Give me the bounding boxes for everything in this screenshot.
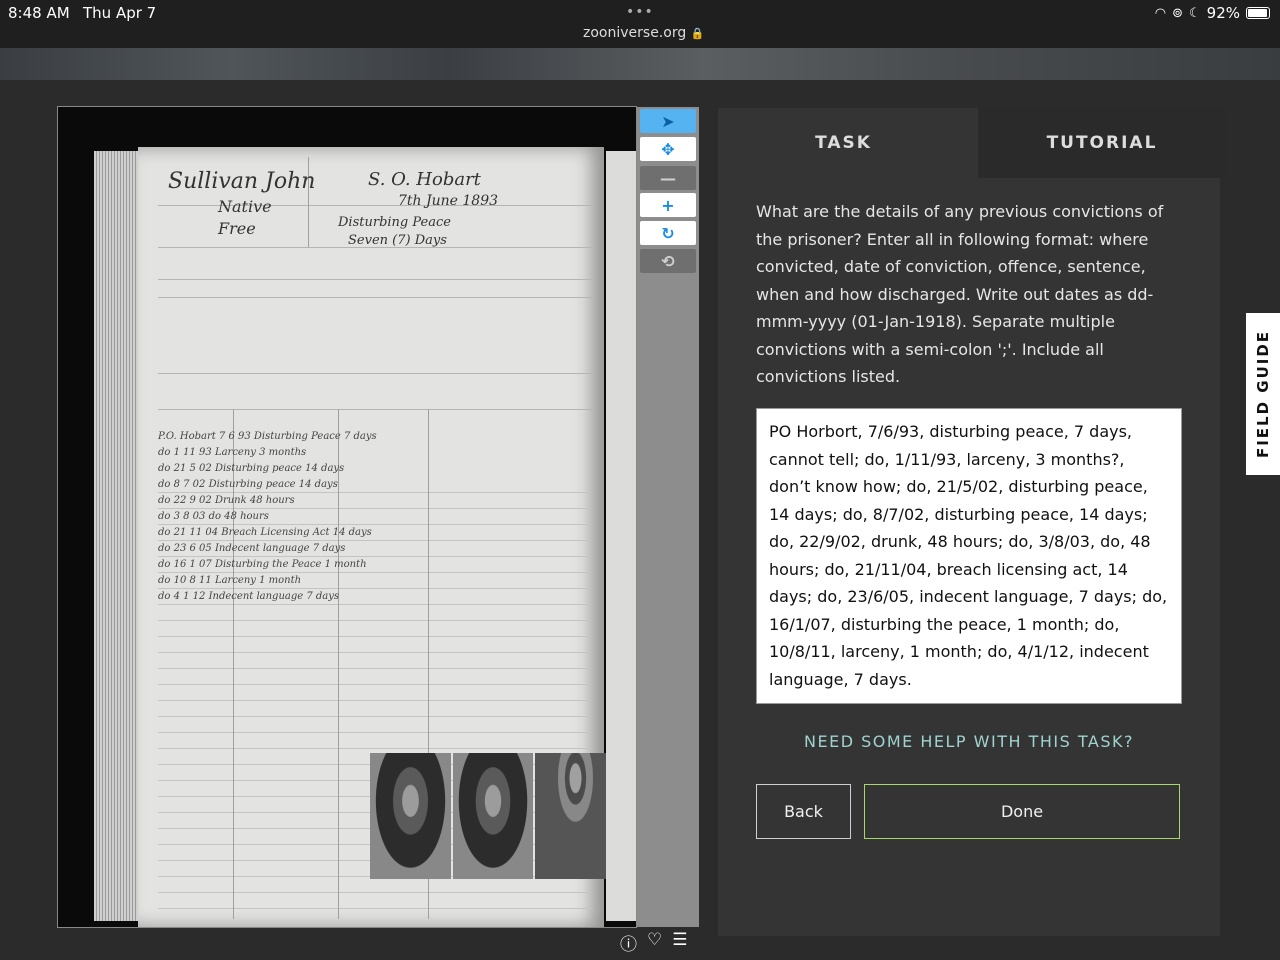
sentence-handwriting: Seven (7) Days [348, 233, 447, 248]
orientation-lock-icon: ⊚ [1172, 5, 1183, 21]
back-button[interactable]: Back [756, 784, 851, 839]
conviction-row: do 21 11 04 Breach Licensing Act 14 days [158, 527, 372, 538]
field-guide-tab[interactable]: FIELD GUIDE [1246, 313, 1280, 475]
task-help-link[interactable]: NEED SOME HELP WITH THIS TASK? [756, 732, 1182, 751]
status-indicators: ◠ ⊚ ☾ 92% [1155, 4, 1270, 22]
battery-icon [1246, 7, 1270, 19]
task-panel: TASK TUTORIAL What are the details of an… [718, 108, 1226, 936]
status-date: Thu Apr 7 [83, 4, 157, 22]
ship-handwriting: S. O. Hobart [368, 169, 481, 190]
reset-icon: ⟲ [661, 251, 675, 271]
conviction-row: do 22 9 02 Drunk 48 hours [158, 495, 295, 506]
conviction-row: do 23 6 05 Indecent language 7 days [158, 543, 346, 554]
rotate-button[interactable]: ↻ [640, 221, 696, 245]
status-bar: 8:48 AM Thu Apr 7 ••• zooniverse.org 🔒 ◠… [0, 0, 1280, 48]
wifi-icon: ◠ [1154, 5, 1167, 21]
native-handwriting: Native [218, 197, 272, 216]
conviction-row: P.O. Hobart 7 6 93 Disturbing Peace 7 da… [158, 431, 377, 442]
conviction-row: do 16 1 07 Disturbing the Peace 1 month [158, 559, 367, 570]
conviction-row: do 21 5 02 Disturbing peace 14 days [158, 463, 345, 474]
mugshot-photos [370, 753, 617, 879]
done-button[interactable]: Done [864, 784, 1180, 839]
zoom-out-icon: — [660, 168, 676, 188]
reset-button[interactable]: ⟲ [640, 249, 696, 273]
conviction-row: do 4 1 12 Indecent language 7 days [158, 591, 340, 602]
moon-icon: ☾ [1189, 5, 1201, 21]
ledger-line [158, 373, 592, 374]
conviction-row: do 10 8 11 Larceny 1 month [158, 575, 302, 586]
heart-icon[interactable]: ♡ [647, 930, 662, 955]
header-banner-image [0, 48, 1280, 80]
mugshot-front [370, 753, 451, 879]
url-text: zooniverse.org [583, 25, 687, 41]
mugshot-profile [452, 753, 534, 879]
zoom-in-icon: + [661, 195, 675, 215]
prisoner-name-handwriting: Sullivan John [168, 169, 316, 194]
answer-textarea[interactable]: PO Horbort, 7/6/93, disturbing peace, 7 … [756, 408, 1182, 704]
ledger-page: Sullivan John S. O. Hobart 7th June 1893… [138, 147, 617, 927]
field-guide-label: FIELD GUIDE [1254, 329, 1273, 459]
multitask-dots-icon[interactable]: ••• [626, 4, 654, 20]
conviction-rows-handwriting: P.O. Hobart 7 6 93 Disturbing Peace 7 da… [158, 429, 458, 605]
ledger-line [158, 409, 592, 410]
mugshot-full [535, 753, 617, 879]
url-bar[interactable]: zooniverse.org 🔒 [583, 25, 704, 41]
pointer-icon: ➤ [661, 111, 675, 131]
tab-task[interactable]: TASK [718, 108, 969, 178]
viewer-toolbar: ➤ ✥ — + ↻ ⟲ [637, 107, 699, 927]
lock-icon: 🔒 [690, 27, 705, 40]
zoom-out-button[interactable]: — [640, 166, 696, 190]
conviction-row: do 3 8 03 do 48 hours [158, 511, 269, 522]
book-page-edges [94, 151, 142, 921]
move-icon: ✥ [661, 139, 675, 159]
tab-tutorial[interactable]: TUTORIAL [978, 108, 1226, 178]
pointer-button[interactable]: ➤ [640, 109, 696, 133]
offence-handwriting: Disturbing Peace [338, 215, 451, 230]
status-time: 8:48 AM [8, 4, 70, 22]
free-handwriting: Free [218, 219, 256, 238]
ledger-line [158, 279, 592, 280]
conviction-row: do 1 11 93 Larceny 3 months [158, 447, 307, 458]
next-page-edge [606, 151, 636, 921]
date-handwriting: 7th June 1893 [398, 193, 499, 209]
task-question: What are the details of any previous con… [756, 202, 1164, 386]
collections-list-icon[interactable]: ☰ [672, 930, 687, 955]
viewer-controls: ⓘ ♡ ☰ [620, 930, 688, 955]
move-button[interactable]: ✥ [640, 137, 696, 161]
rotate-icon: ↻ [661, 223, 675, 243]
conviction-row: do 8 7 02 Disturbing peace 14 days [158, 479, 338, 490]
subject-viewer[interactable]: Sullivan John S. O. Hobart 7th June 1893… [57, 106, 637, 928]
battery-percent: 92% [1206, 4, 1240, 22]
info-icon[interactable]: ⓘ [620, 930, 637, 955]
zoom-in-button[interactable]: + [640, 193, 696, 217]
ledger-line [158, 297, 592, 298]
